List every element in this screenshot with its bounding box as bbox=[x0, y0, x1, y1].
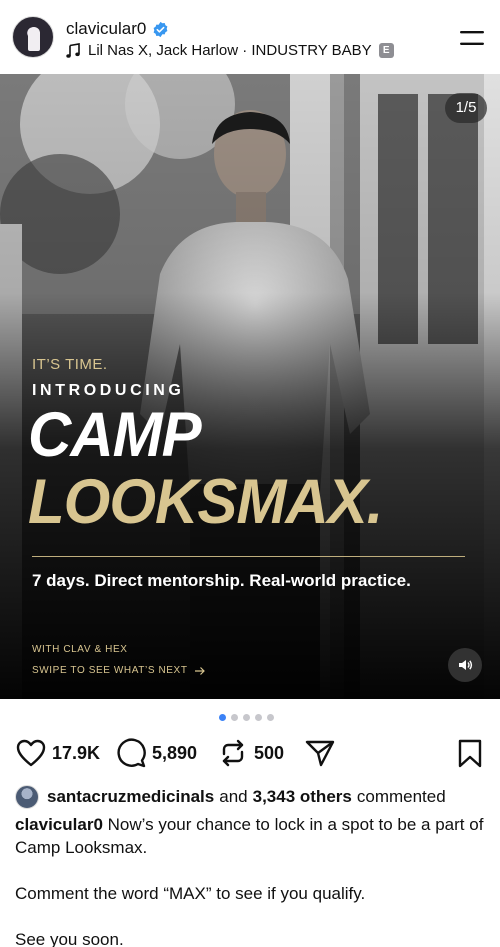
slide-swipe-line: SWIPE TO SEE WHAT’S NEXT bbox=[32, 665, 206, 676]
slide-counter: 1/5 bbox=[445, 93, 487, 123]
like-count: 17.9K bbox=[52, 742, 101, 763]
action-bar: 17.9K 5,890 500 bbox=[0, 735, 500, 775]
commenter-username[interactable]: santacruzmedicinals bbox=[47, 787, 214, 807]
post-caption: clavicular0 Now’s your chance to lock in… bbox=[15, 813, 485, 947]
carousel-dot bbox=[219, 714, 226, 721]
sound-icon bbox=[459, 660, 473, 670]
post-header: clavicular0 Lil Nas X, Jack Harlow · IND… bbox=[0, 0, 500, 74]
slide-divider bbox=[32, 556, 465, 557]
slide-headline-camp: CAMP bbox=[28, 399, 202, 470]
username-row[interactable]: clavicular0 bbox=[66, 19, 169, 39]
music-info[interactable]: Lil Nas X, Jack Harlow · INDUSTRY BABY E bbox=[66, 42, 394, 59]
carousel-dot bbox=[231, 714, 238, 721]
repost-icon[interactable] bbox=[218, 738, 248, 768]
commented-others[interactable]: 3,343 others bbox=[253, 787, 352, 807]
caption-line-1: clavicular0 Now’s your chance to lock in… bbox=[15, 813, 485, 859]
post-media[interactable]: 1/5 IT’S TIME. INTRODUCING CAMP LOOKSMAX… bbox=[0, 74, 500, 699]
music-text: Lil Nas X, Jack Harlow · INDUSTRY BABY bbox=[88, 42, 372, 59]
like-action[interactable]: 17.9K bbox=[16, 735, 100, 771]
carousel-dot bbox=[243, 714, 250, 721]
slide-with-line: WITH CLAV & HEX bbox=[32, 644, 128, 655]
slide-headline-looksmax: LOOKSMAX. bbox=[28, 466, 383, 537]
arrow-right-icon bbox=[194, 666, 205, 675]
comment-icon[interactable] bbox=[116, 738, 146, 768]
share-icon[interactable] bbox=[304, 738, 336, 768]
swipe-text: SWIPE TO SEE WHAT’S NEXT bbox=[32, 665, 188, 676]
heart-icon[interactable] bbox=[16, 739, 46, 767]
repost-action[interactable]: 500 bbox=[218, 735, 284, 771]
bookmark-icon[interactable] bbox=[458, 739, 482, 769]
comment-action[interactable]: 5,890 bbox=[116, 735, 197, 771]
commented-suffix: commented bbox=[356, 787, 446, 806]
carousel-dots bbox=[219, 714, 274, 721]
commenter-avatar[interactable] bbox=[15, 785, 39, 809]
carousel-dot bbox=[267, 714, 274, 721]
slide-tagline: 7 days. Direct mentorship. Real-world pr… bbox=[32, 571, 411, 590]
caption-text-3: See you soon. bbox=[15, 930, 124, 947]
commented-and: and bbox=[219, 787, 248, 806]
caption-username[interactable]: clavicular0 bbox=[15, 815, 103, 834]
menu-icon[interactable] bbox=[460, 30, 484, 46]
user-avatar[interactable] bbox=[12, 16, 54, 58]
music-note-icon bbox=[66, 42, 80, 58]
sound-button[interactable] bbox=[448, 648, 482, 682]
verified-icon bbox=[153, 21, 168, 37]
caption-text-2: Comment the word “MAX” to see if you qua… bbox=[15, 884, 366, 903]
comment-count: 5,890 bbox=[152, 742, 198, 763]
username[interactable]: clavicular0 bbox=[66, 19, 146, 39]
slide-kicker: IT’S TIME. bbox=[32, 356, 108, 373]
commented-summary[interactable]: santacruzmedicinals and 3,343 others com… bbox=[15, 785, 446, 809]
explicit-badge: E bbox=[378, 43, 394, 58]
repost-count: 500 bbox=[254, 742, 285, 763]
carousel-dot bbox=[255, 714, 262, 721]
share-action[interactable] bbox=[304, 735, 336, 771]
